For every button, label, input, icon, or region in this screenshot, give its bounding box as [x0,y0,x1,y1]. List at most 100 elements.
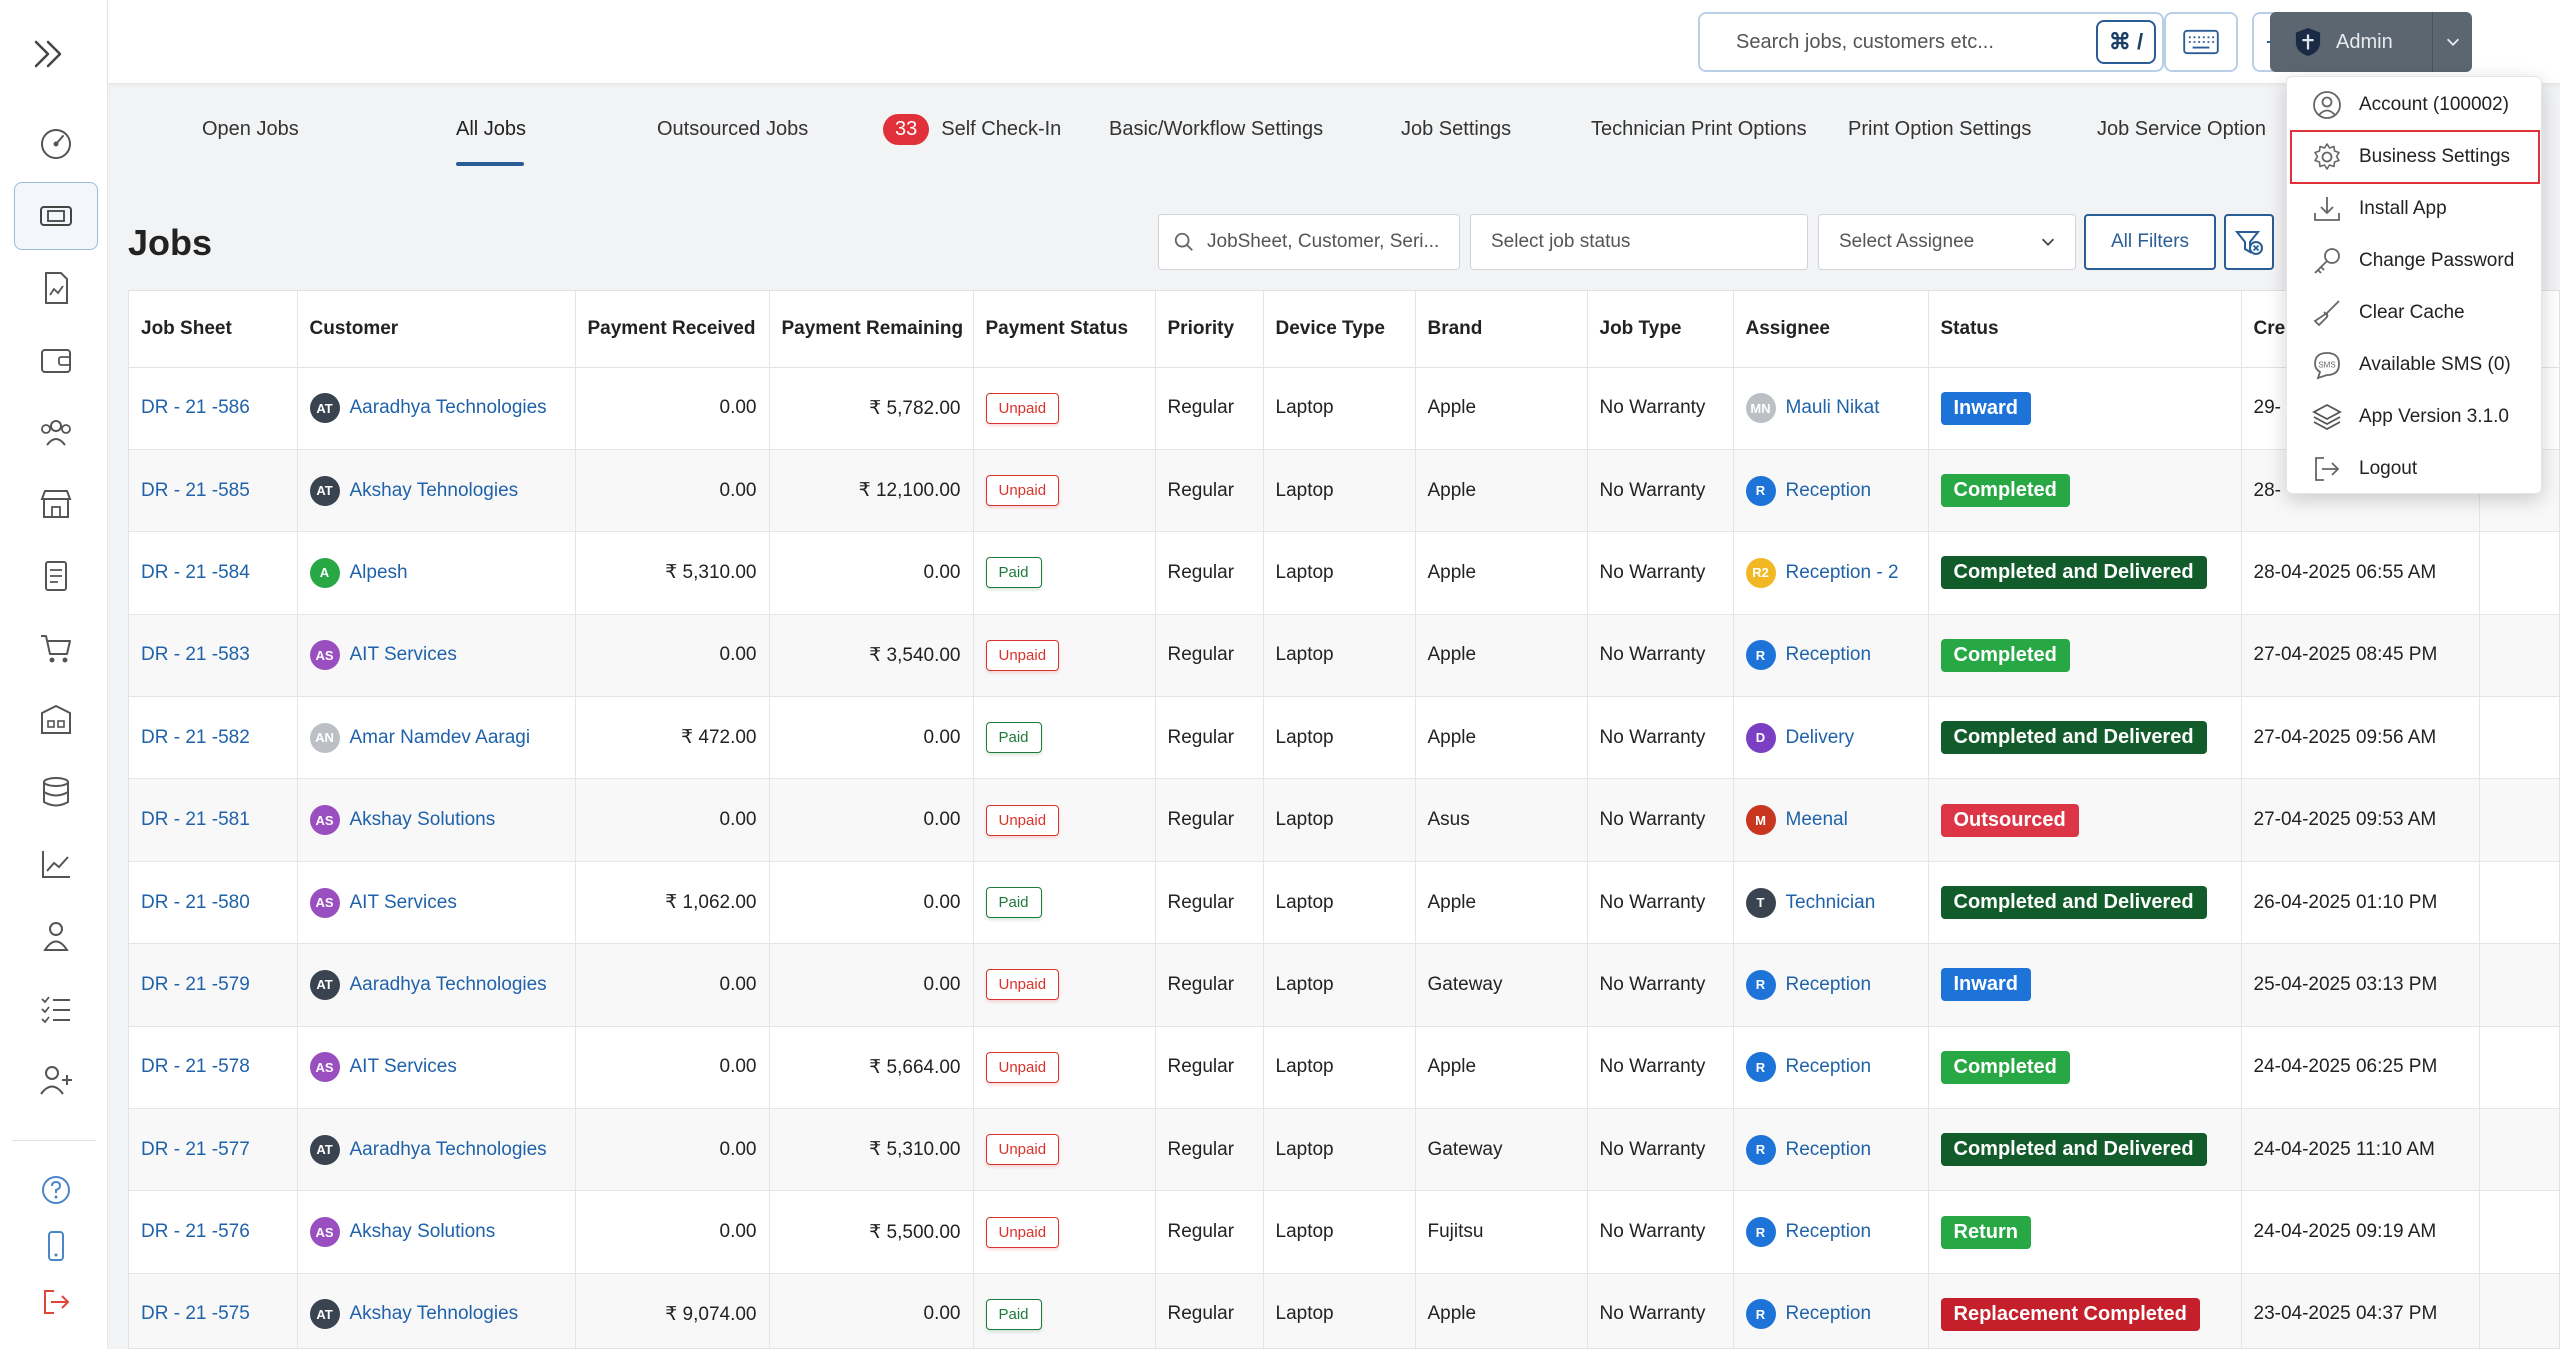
assignee-cell[interactable]: D Delivery [1733,696,1929,780]
customer-link[interactable]: Aaradhya Technologies [350,397,547,418]
job-search-field[interactable] [1158,214,1460,270]
menu-item-available-sms[interactable]: SMS Available SMS (0) [2291,339,2539,391]
job-sheet-cell[interactable]: DR - 21 -586 [129,367,298,450]
table-row[interactable]: DR - 21 -578 AS AIT Services 0.00 ₹ 5,664.00… [129,1026,2559,1110]
invoice-icon[interactable] [14,254,98,322]
tab-open-jobs[interactable]: Open Jobs [202,118,299,141]
store-icon[interactable] [14,470,98,538]
assignee-cell[interactable]: MN Mauli Nikat [1733,367,1929,450]
status-badge[interactable]: Completed and Delivered [1940,556,2207,590]
tab-technician-print-options[interactable]: Technician Print Options [1591,118,1807,141]
status-cell[interactable]: Completed and Delivered [1928,1108,2242,1192]
assignee-cell[interactable]: R Reception [1733,614,1929,698]
customer-link[interactable]: AIT Services [350,892,457,913]
menu-item-account[interactable]: Account (100002) [2291,79,2539,131]
checklist-icon[interactable] [14,974,98,1042]
status-cell[interactable]: Completed and Delivered [1928,696,2242,780]
column-header[interactable]: Payment Remaining [769,291,974,368]
status-badge[interactable]: Completed and Delivered [1940,886,2207,920]
job-sheet-link[interactable]: DR - 21 -583 [141,644,250,665]
status-cell[interactable]: Completed [1928,449,2242,533]
assignee-link[interactable]: Meenal [1786,809,1848,830]
customer-link[interactable]: Akshay Solutions [350,1221,496,1242]
status-cell[interactable]: Completed and Delivered [1928,531,2242,615]
customer-link[interactable]: Aaradhya Technologies [350,1139,547,1160]
customer-link[interactable]: AIT Services [350,1056,457,1077]
assignee-link[interactable]: Reception [1786,1139,1872,1160]
row-settings-button[interactable] [2479,778,2559,862]
customer-cell[interactable]: AT Akshay Tehnologies [297,1273,576,1348]
customer-link[interactable]: Akshay Tehnologies [350,1304,519,1325]
status-cell[interactable]: Completed and Delivered [1928,861,2242,945]
wallet-icon[interactable] [14,326,98,394]
customer-link[interactable]: AIT Services [350,644,457,665]
job-sheet-cell[interactable]: DR - 21 -576 [129,1190,298,1274]
tab-self-check-in[interactable]: 33 Self Check-In [883,114,1061,145]
row-settings-button[interactable] [2479,1026,2559,1110]
assignee-link[interactable]: Reception [1786,1221,1872,1242]
global-search-input[interactable] [1736,30,2076,54]
status-badge[interactable]: Replacement Completed [1940,1297,2200,1331]
job-sheet-cell[interactable]: DR - 21 -585 [129,449,298,533]
column-header[interactable]: Job Type [1587,291,1734,368]
job-sheet-cell[interactable]: DR - 21 -577 [129,1108,298,1192]
assignee-cell[interactable]: R Reception [1733,449,1929,533]
assignee-link[interactable]: Reception [1786,644,1872,665]
status-cell[interactable]: Return [1928,1190,2242,1274]
status-badge[interactable]: Completed and Delivered [1940,721,2207,755]
customer-cell[interactable]: AT Aaradhya Technologies [297,943,576,1027]
job-status-select[interactable] [1470,214,1808,270]
dashboard-icon[interactable] [14,110,98,178]
tab-basic-workflow-settings[interactable]: Basic/Workflow Settings [1109,118,1323,141]
assignee-cell[interactable]: T Technician [1733,861,1929,945]
global-search[interactable]: ⌘ / [1698,12,2164,72]
customer-cell[interactable]: AS AIT Services [297,614,576,698]
reports-chart-icon[interactable] [14,830,98,898]
job-sheet-link[interactable]: DR - 21 -585 [141,480,250,501]
tab-outsourced-jobs[interactable]: Outsourced Jobs [657,118,808,141]
sign-out-icon[interactable] [14,1268,98,1336]
all-filters-button[interactable]: All Filters [2084,214,2216,270]
table-row[interactable]: DR - 21 -580 AS AIT Services ₹ 1,062.00 0.00… [129,861,2559,945]
job-sheet-cell[interactable]: DR - 21 -582 [129,696,298,780]
assignee-select[interactable]: Select Assignee [1818,214,2076,270]
column-header[interactable]: Customer [297,291,576,368]
table-row[interactable]: DR - 21 -584 A Alpesh ₹ 5,310.00 0.00 Paid Reg… [129,531,2559,615]
column-header[interactable]: Assignee [1733,291,1929,368]
status-cell[interactable]: Replacement Completed [1928,1273,2242,1348]
assignee-cell[interactable]: R Reception [1733,1026,1929,1110]
job-sheet-link[interactable]: DR - 21 -577 [141,1139,250,1160]
assignee-cell[interactable]: R Reception [1733,1273,1929,1348]
technician-icon[interactable] [14,902,98,970]
assignee-cell[interactable]: R Reception [1733,1190,1929,1274]
status-badge[interactable]: Inward [1940,968,2031,1002]
job-sheet-cell[interactable]: DR - 21 -581 [129,778,298,862]
job-sheet-cell[interactable]: DR - 21 -578 [129,1026,298,1110]
status-badge[interactable]: Outsourced [1940,803,2079,837]
job-sheet-link[interactable]: DR - 21 -586 [141,397,250,418]
status-badge[interactable]: Completed [1940,474,2070,508]
job-sheet-link[interactable]: DR - 21 -578 [141,1056,250,1077]
jobs-ticket-icon[interactable] [14,182,98,250]
table-row[interactable]: DR - 21 -576 AS Akshay Solutions 0.00 ₹ 5,50… [129,1190,2559,1274]
warehouse-icon[interactable] [14,686,98,754]
customer-cell[interactable]: AS Akshay Solutions [297,1190,576,1274]
column-header[interactable]: Priority [1155,291,1264,368]
customer-cell[interactable]: AS AIT Services [297,861,576,945]
job-search-input[interactable] [1207,231,1459,253]
status-badge[interactable]: Completed [1940,1050,2070,1084]
admin-menu-button[interactable]: Admin [2270,12,2432,72]
assignee-cell[interactable]: R Reception [1733,943,1929,1027]
table-row[interactable]: DR - 21 -581 AS Akshay Solutions 0.00 0.00 Un… [129,778,2559,862]
customer-link[interactable]: Akshay Tehnologies [350,480,519,501]
table-row[interactable]: DR - 21 -585 AT Akshay Tehnologies 0.00 ₹ 12… [129,449,2559,533]
assignee-link[interactable]: Reception [1786,1056,1872,1077]
job-sheet-link[interactable]: DR - 21 -584 [141,562,250,583]
column-header[interactable]: Job Sheet [129,291,298,368]
table-row[interactable]: DR - 21 -575 AT Akshay Tehnologies ₹ 9,074.… [129,1273,2559,1348]
menu-item-app-version[interactable]: App Version 3.1.0 [2291,391,2539,443]
assignee-link[interactable]: Reception [1786,480,1872,501]
tab-all-jobs[interactable]: All Jobs [456,118,526,141]
tab-job-service-option[interactable]: Job Service Option [2097,118,2266,141]
job-sheet-link[interactable]: DR - 21 -579 [141,974,250,995]
